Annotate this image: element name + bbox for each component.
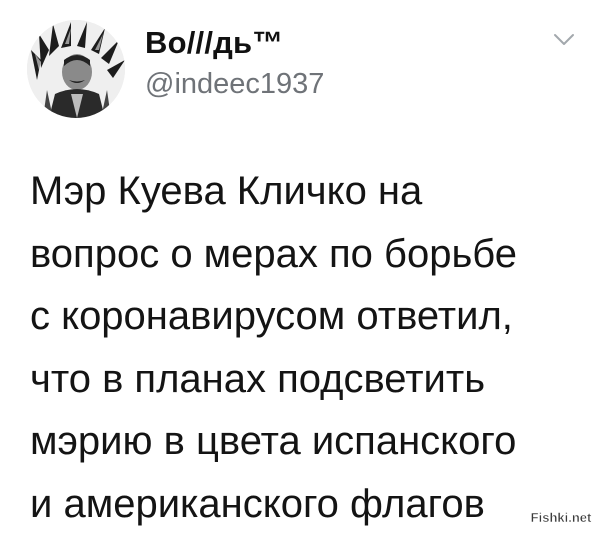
display-name[interactable]: Во///дь™ (145, 25, 284, 61)
tweet-text: Мэр Куева Кличко на вопрос о мерах по бо… (30, 169, 517, 526)
chevron-down-icon[interactable] (553, 32, 575, 48)
user-avatar[interactable] (27, 20, 125, 118)
avatar-headdress-portrait-icon (27, 20, 125, 118)
watermark-text: Fishki.net (531, 510, 592, 525)
tweet-card: Во///дь™ @indeec1937 Мэр Куева Кличко на… (0, 0, 600, 534)
user-handle[interactable]: @indeec1937 (145, 68, 324, 101)
fishki-watermark: Fishki.net (527, 505, 595, 529)
